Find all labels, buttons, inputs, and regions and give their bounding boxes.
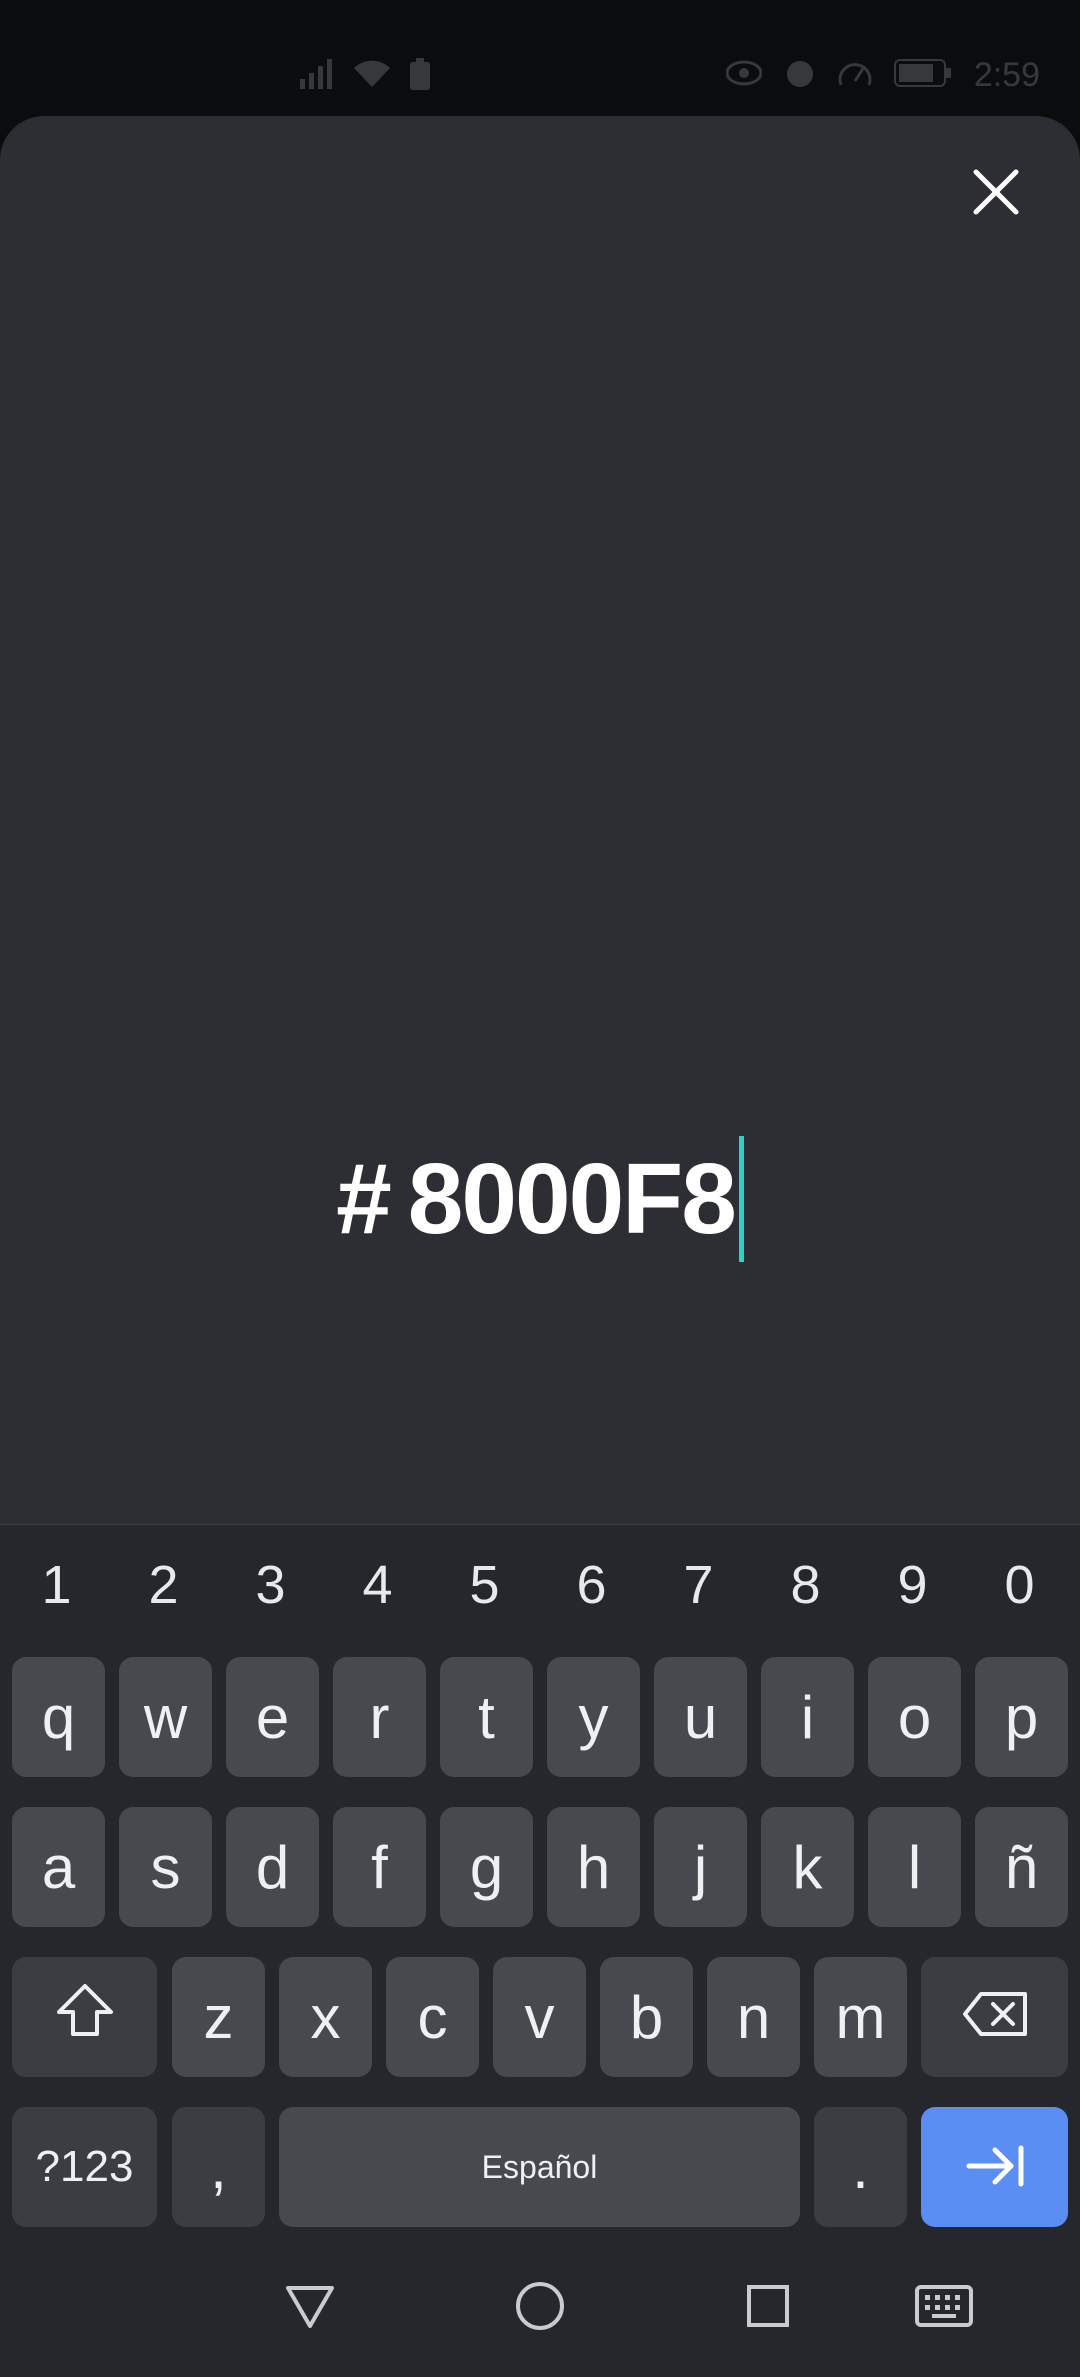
speed-icon	[838, 57, 872, 94]
enter-next-button[interactable]	[921, 2107, 1068, 2227]
color-hex-sheet: # 8000F8	[0, 116, 1080, 1524]
hex-hash-prefix: #	[336, 1142, 392, 1255]
key-l[interactable]: l	[868, 1807, 961, 1927]
back-triangle-icon	[284, 2282, 336, 2335]
recents-square-icon	[744, 2282, 792, 2335]
key-u[interactable]: u	[654, 1657, 747, 1777]
close-icon	[972, 168, 1020, 221]
key-0[interactable]: 0	[966, 1525, 1073, 1645]
battery-icon	[893, 59, 952, 92]
key-1[interactable]: 1	[3, 1525, 110, 1645]
tab-next-icon	[965, 2133, 1025, 2202]
key-e[interactable]: e	[226, 1657, 319, 1777]
key-row-2: a s d f g h j k l ñ	[12, 1807, 1068, 1927]
key-5[interactable]: 5	[431, 1525, 538, 1645]
wifi-icon	[352, 59, 392, 94]
period-key[interactable]: .	[814, 2107, 907, 2227]
key-c[interactable]: c	[386, 1957, 479, 2077]
key-n[interactable]: n	[707, 1957, 800, 2077]
key-f[interactable]: f	[333, 1807, 426, 1927]
key-a[interactable]: a	[12, 1807, 105, 1927]
key-8[interactable]: 8	[752, 1525, 859, 1645]
recents-button[interactable]	[730, 2270, 806, 2346]
key-k[interactable]: k	[761, 1807, 854, 1927]
key-v[interactable]: v	[493, 1957, 586, 2077]
shift-icon	[55, 1982, 115, 2052]
home-button[interactable]	[502, 2270, 578, 2346]
key-x[interactable]: x	[279, 1957, 372, 2077]
status-right-icons: 2:59	[725, 56, 1040, 95]
key-3[interactable]: 3	[217, 1525, 324, 1645]
text-caret	[738, 1136, 744, 1262]
key-q[interactable]: q	[12, 1657, 105, 1777]
key-6[interactable]: 6	[538, 1525, 645, 1645]
keyboard-switch-button[interactable]	[906, 2270, 982, 2346]
key-h[interactable]: h	[547, 1807, 640, 1927]
alarm-icon	[784, 57, 816, 94]
key-s[interactable]: s	[119, 1807, 212, 1927]
key-j[interactable]: j	[654, 1807, 747, 1927]
key-t[interactable]: t	[440, 1657, 533, 1777]
key-z[interactable]: z	[172, 1957, 265, 2077]
key-y[interactable]: y	[547, 1657, 640, 1777]
home-circle-icon	[514, 2280, 566, 2337]
key-row-3: z x c v b n m	[12, 1957, 1068, 2077]
key-o[interactable]: o	[868, 1657, 961, 1777]
key-w[interactable]: w	[119, 1657, 212, 1777]
hex-value: 8000F8	[407, 1142, 737, 1255]
key-r[interactable]: r	[333, 1657, 426, 1777]
system-navigation-bar	[0, 2240, 1080, 2376]
battery-saver-icon	[410, 58, 430, 95]
close-button[interactable]	[956, 154, 1036, 234]
signal-icon	[300, 59, 334, 94]
comma-key[interactable]: ,	[172, 2107, 265, 2227]
status-time: 2:59	[973, 56, 1040, 94]
number-row: 1 2 3 4 5 6 7 8 9 0	[0, 1525, 1080, 1645]
key-row-4: ?123 , Español .	[12, 2107, 1068, 2227]
symbols-key[interactable]: ?123	[12, 2107, 157, 2227]
key-2[interactable]: 2	[110, 1525, 217, 1645]
key-7[interactable]: 7	[645, 1525, 752, 1645]
backspace-icon	[961, 1983, 1029, 2052]
back-button[interactable]	[272, 2270, 348, 2346]
hex-color-input[interactable]: # 8000F8	[0, 1136, 1080, 1262]
key-i[interactable]: i	[761, 1657, 854, 1777]
status-left-icons	[300, 58, 430, 95]
key-9[interactable]: 9	[859, 1525, 966, 1645]
shift-button[interactable]	[12, 1957, 157, 2077]
key-n-tilde[interactable]: ñ	[975, 1807, 1068, 1927]
eye-icon	[725, 60, 763, 91]
backspace-button[interactable]	[921, 1957, 1068, 2077]
keyboard-icon	[914, 2284, 974, 2333]
key-m[interactable]: m	[814, 1957, 907, 2077]
key-row-1: q w e r t y u i o p	[12, 1657, 1068, 1777]
key-g[interactable]: g	[440, 1807, 533, 1927]
status-bar: 2:59	[0, 0, 1080, 110]
key-b[interactable]: b	[600, 1957, 693, 2077]
space-bar[interactable]: Español	[279, 2107, 800, 2227]
key-d[interactable]: d	[226, 1807, 319, 1927]
key-4[interactable]: 4	[324, 1525, 431, 1645]
key-p[interactable]: p	[975, 1657, 1068, 1777]
